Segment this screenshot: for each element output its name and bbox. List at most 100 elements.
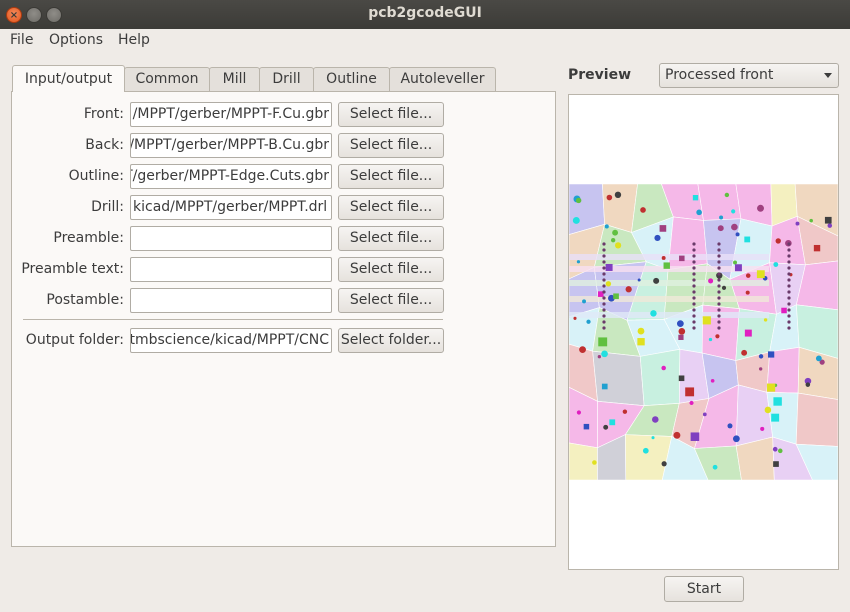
pcb-pad (661, 256, 666, 260)
front-file-field[interactable]: /MPPT/gerber/MPPT-F.Cu.gbr (130, 102, 332, 127)
tab-input-output[interactable]: Input/output (12, 65, 125, 92)
pcb-header-pin (717, 266, 721, 270)
pcb-pad (773, 461, 779, 467)
postamble-file-field[interactable] (130, 288, 332, 313)
pcb-header-pin (717, 254, 721, 258)
pcb-pad (758, 367, 763, 371)
pcb-header-pin (787, 290, 791, 294)
pcb-pad (606, 194, 613, 201)
pcb-header-pin (717, 302, 721, 306)
pcb-header-pin (692, 284, 696, 288)
outline-label: Outline: (68, 168, 124, 184)
pcb-region (667, 216, 708, 271)
pcb-header-pin (602, 308, 606, 312)
pcb-pad (758, 354, 764, 359)
pcb-pad (773, 397, 782, 406)
pcb-pad (609, 419, 616, 426)
pcb-pad (622, 409, 628, 414)
outline-file-field[interactable]: T/gerber/MPPT-Edge.Cuts.gbr (130, 164, 332, 189)
tab-autoleveller[interactable]: Autoleveller (389, 67, 496, 92)
pcb-header-pin (602, 278, 606, 282)
pcb-pad (781, 307, 787, 314)
drill-select-file-button[interactable]: Select file... (338, 195, 444, 220)
pcb-header-pin (602, 242, 606, 246)
pcb-pad (610, 238, 616, 243)
pcb-header-pin (717, 242, 721, 246)
menu-help[interactable]: Help (118, 32, 150, 48)
pcb-header-pin (692, 290, 696, 294)
pcb-pad (579, 346, 586, 353)
pcb-pad (815, 355, 822, 362)
pcb-header-pin (787, 308, 791, 312)
pcb-pad (731, 223, 738, 231)
pcb-pad (732, 435, 740, 443)
pcb-header-pin (692, 278, 696, 282)
pcb-pad (767, 383, 776, 392)
pcb-header-pin (692, 296, 696, 300)
pcb-header-pin (602, 284, 606, 288)
pcb-pad (625, 286, 632, 293)
start-button[interactable]: Start (664, 576, 744, 602)
pcb-header-pin (717, 320, 721, 324)
back-label: Back: (85, 137, 124, 153)
output-folder-label: Output folder: (25, 332, 124, 348)
menu-file[interactable]: File (10, 32, 33, 48)
pcb-header-pin (717, 260, 721, 264)
pcb-header-pin (717, 326, 721, 330)
tab-drill[interactable]: Drill (259, 67, 314, 92)
pcb-header-pin (692, 272, 696, 276)
pcb-pad (586, 319, 591, 324)
pcb-region (697, 184, 742, 221)
pcb-pad (773, 262, 779, 267)
drill-label: Drill: (91, 199, 124, 215)
pcb-pad (601, 350, 608, 358)
preamble-label: Preamble: (53, 230, 124, 246)
pcb-header-pin (602, 326, 606, 330)
pcb-header-pin (602, 320, 606, 324)
front-select-file-button[interactable]: Select file... (338, 102, 444, 127)
output-folder-field[interactable]: tmbscience/kicad/MPPT/CNC (130, 328, 332, 353)
menu-bar: File Options Help (0, 29, 850, 53)
pcb-header-pin (787, 302, 791, 306)
pcb-pad (673, 431, 681, 439)
pcb-pad (744, 236, 751, 243)
pcb-pad (708, 337, 713, 342)
pcb-header-pin (787, 254, 791, 258)
pcb-header-pin (692, 326, 696, 330)
menu-options[interactable]: Options (49, 32, 103, 48)
pcb-pad (605, 263, 613, 271)
preamble-text-select-file-button[interactable]: Select file... (338, 257, 444, 282)
tab-mill[interactable]: Mill (209, 67, 260, 92)
preamble-select-file-button[interactable]: Select file... (338, 226, 444, 251)
pcb-header-pin (602, 290, 606, 294)
pcb-region (592, 350, 645, 407)
pcb-pad (764, 406, 772, 414)
front-label: Front: (83, 106, 124, 122)
pcb-header-pin (602, 248, 606, 252)
preamble-file-field[interactable] (130, 226, 332, 251)
back-file-field[interactable]: /MPPT/gerber/MPPT-B.Cu.gbr (130, 133, 332, 158)
pcb-pad (575, 197, 582, 204)
pcb-pad (757, 204, 764, 212)
pcb-preview-image (569, 184, 838, 480)
pcb-pad (597, 355, 602, 359)
preamble-text-file-field[interactable] (130, 257, 332, 282)
preview-label: Preview (568, 67, 632, 83)
preview-view-select[interactable]: Processed front (659, 63, 839, 88)
pcb-pad (661, 365, 666, 371)
drill-file-field[interactable]: kicad/MPPT/gerber/MPPT.drl (130, 195, 332, 220)
pcb-pad (715, 334, 720, 339)
pcb-region (639, 348, 681, 407)
pcb-header-pin (787, 248, 791, 252)
pcb-pad (598, 337, 608, 347)
pcb-pad (651, 436, 655, 440)
pcb-pad (813, 244, 821, 252)
tab-outline[interactable]: Outline (313, 67, 390, 92)
back-select-file-button[interactable]: Select file... (338, 133, 444, 158)
postamble-select-file-button[interactable]: Select file... (338, 288, 444, 313)
outline-select-file-button[interactable]: Select file... (338, 164, 444, 189)
select-folder-button[interactable]: Select folder... (338, 328, 444, 353)
pcb-header-pin (692, 242, 696, 246)
tab-common[interactable]: Common (124, 67, 210, 92)
pcb-pad (642, 447, 649, 454)
